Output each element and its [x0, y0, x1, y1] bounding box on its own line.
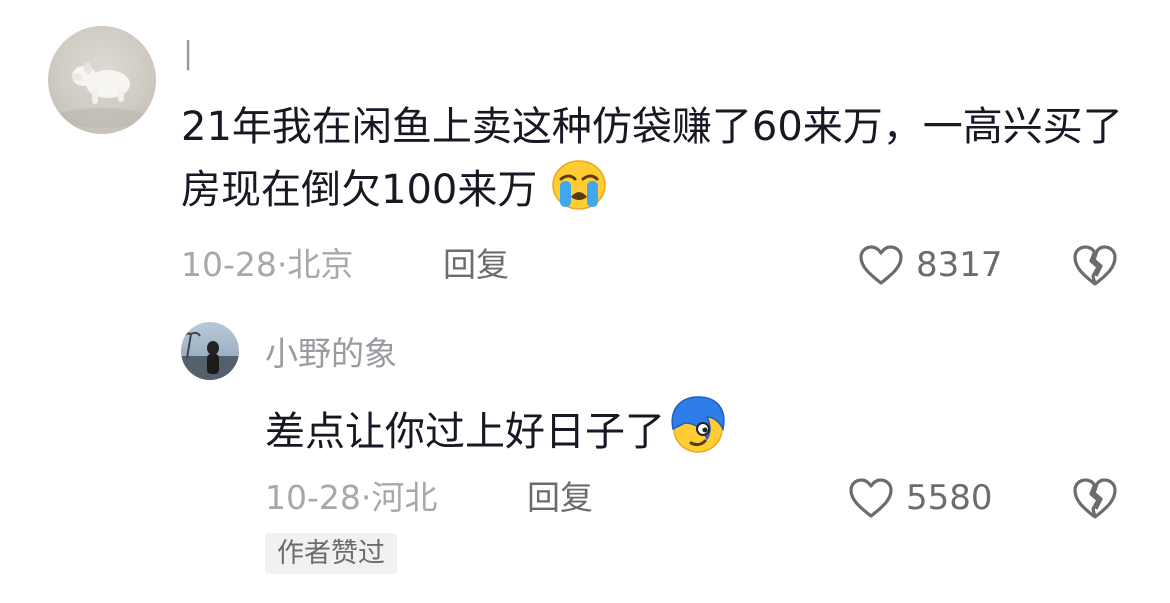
meta-separator: · [360, 478, 372, 517]
comment-text: 21年我在闲鱼上卖这种仿袋赚了60来万，一高兴买了房现在倒欠100来万 [181, 96, 1141, 230]
broken-heart-icon[interactable] [1071, 243, 1119, 291]
reply-to-reply-button[interactable]: 回复 [527, 478, 593, 518]
reply-avatar[interactable] [181, 322, 239, 380]
heart-outline-icon[interactable] [858, 244, 904, 290]
heart-outline-icon[interactable] [848, 477, 894, 523]
commenter-username[interactable]: | [183, 36, 193, 72]
reply-text: 差点让你过上好日子了 [265, 395, 729, 472]
reply-date: 10-28 [265, 478, 361, 517]
reply-location: 河北 [371, 478, 438, 517]
reply-button[interactable]: 回复 [443, 245, 509, 285]
meta-separator: · [276, 245, 288, 284]
reply-meta: 10-28·河北 [265, 478, 437, 518]
blue-hair-smirk-face-icon [667, 395, 729, 472]
author-liked-badge: 作者赞过 [265, 533, 397, 574]
comment-meta: 10-28·北京 [181, 245, 353, 285]
crying-face-icon [551, 159, 607, 230]
like-count: 8317 [916, 245, 1003, 285]
reply-like-count: 5580 [906, 478, 993, 518]
comment-body: 21年我在闲鱼上卖这种仿袋赚了60来万，一高兴买了房现在倒欠100来万 [181, 104, 1123, 213]
reply-body: 差点让你过上好日子了 [265, 409, 665, 455]
comment-date: 10-28 [181, 245, 277, 284]
commenter-avatar[interactable] [48, 26, 156, 134]
broken-heart-icon[interactable] [1071, 476, 1119, 524]
comment-location: 北京 [287, 245, 354, 284]
reply-username[interactable]: 小野的象 [265, 334, 397, 374]
